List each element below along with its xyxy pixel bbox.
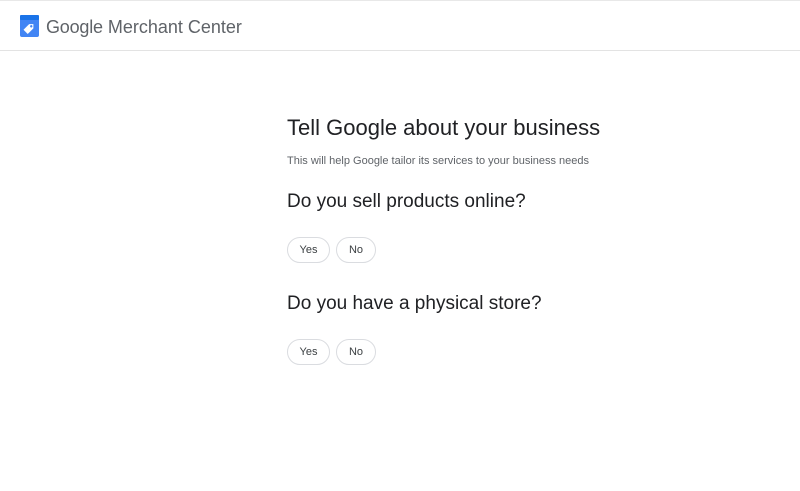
physical-store-yes-button[interactable]: Yes bbox=[287, 339, 330, 365]
brand-product-text: Merchant Center bbox=[107, 17, 242, 37]
app-header: Google Merchant Center bbox=[0, 0, 800, 51]
merchant-center-tag-icon[interactable] bbox=[18, 14, 41, 38]
business-info-form: Tell Google about your business This wil… bbox=[287, 114, 747, 365]
question-physical-store: Do you have a physical store? bbox=[287, 293, 542, 314]
physical-store-no-button[interactable]: No bbox=[336, 339, 376, 365]
brand-wordmark[interactable]: Google Merchant Center bbox=[46, 16, 242, 38]
sell-online-options: Yes No bbox=[287, 237, 747, 263]
page-subtitle: This will help Google tailor its service… bbox=[287, 155, 590, 167]
page-title: Tell Google about your business bbox=[287, 115, 601, 140]
sell-online-yes-button[interactable]: Yes bbox=[287, 237, 330, 263]
brand-google-text: Google bbox=[46, 17, 103, 37]
physical-store-options: Yes No bbox=[287, 339, 747, 365]
question-sell-online: Do you sell products online? bbox=[287, 191, 526, 212]
sell-online-no-button[interactable]: No bbox=[336, 237, 376, 263]
